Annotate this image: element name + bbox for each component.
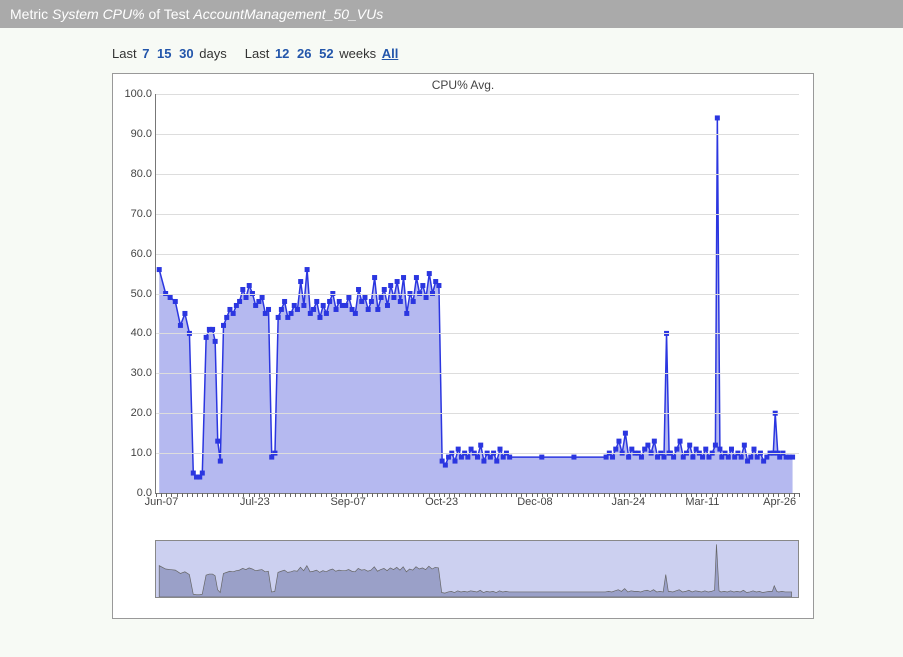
range-15-days[interactable]: 15 [155, 46, 173, 61]
x-tick-label: Sep-07 [330, 496, 365, 508]
y-tick-label: 30.0 [114, 367, 152, 379]
x-tick-label: Jun-07 [145, 496, 179, 508]
range-7-days[interactable]: 7 [140, 46, 151, 61]
header-mid: of Test [145, 6, 194, 22]
header-prefix: Metric [10, 6, 52, 22]
chart-container: CPU% Avg. 0.010.020.030.040.050.060.070.… [112, 73, 814, 619]
days-suffix: days [199, 46, 226, 61]
y-tick-label: 70.0 [114, 208, 152, 220]
y-tick-label: 90.0 [114, 128, 152, 140]
chart-plot-area[interactable]: 0.010.020.030.040.050.060.070.080.090.01… [155, 94, 799, 494]
x-axis-labels: Jun-07Jul-23Sep-07Oct-23Dec-08Jan-24Mar-… [155, 496, 799, 512]
overview-series [156, 541, 798, 597]
range-12-weeks[interactable]: 12 [273, 46, 291, 61]
y-tick-label: 80.0 [114, 168, 152, 180]
range-controls: Last 7 15 30 days Last 12 26 52 weeks Al… [0, 28, 903, 73]
metric-name: System CPU% [52, 6, 145, 22]
y-tick-label: 60.0 [114, 248, 152, 260]
range-30-days[interactable]: 30 [177, 46, 195, 61]
x-tick-label: Jan-24 [612, 496, 646, 508]
y-tick-label: 10.0 [114, 447, 152, 459]
last-days-label: Last [112, 46, 140, 61]
y-tick-label: 100.0 [114, 88, 152, 100]
x-tick-label: Dec-08 [517, 496, 552, 508]
x-tick-label: Mar-11 [685, 496, 719, 508]
overview-strip[interactable] [155, 540, 799, 598]
chart-title: CPU% Avg. [113, 78, 813, 92]
test-name: AccountManagement_50_VUs [193, 6, 383, 22]
range-all[interactable]: All [380, 46, 401, 61]
x-tick-label: Oct-23 [425, 496, 458, 508]
range-26-weeks[interactable]: 26 [295, 46, 313, 61]
range-52-weeks[interactable]: 52 [317, 46, 335, 61]
page-header: Metric System CPU% of Test AccountManage… [0, 0, 903, 28]
last-weeks-label: Last [245, 46, 273, 61]
y-tick-label: 50.0 [114, 288, 152, 300]
y-tick-label: 40.0 [114, 327, 152, 339]
weeks-suffix: weeks [339, 46, 379, 61]
x-tick-label: Apr-26 [763, 496, 796, 508]
y-tick-label: 20.0 [114, 407, 152, 419]
x-tick-label: Jul-23 [240, 496, 270, 508]
